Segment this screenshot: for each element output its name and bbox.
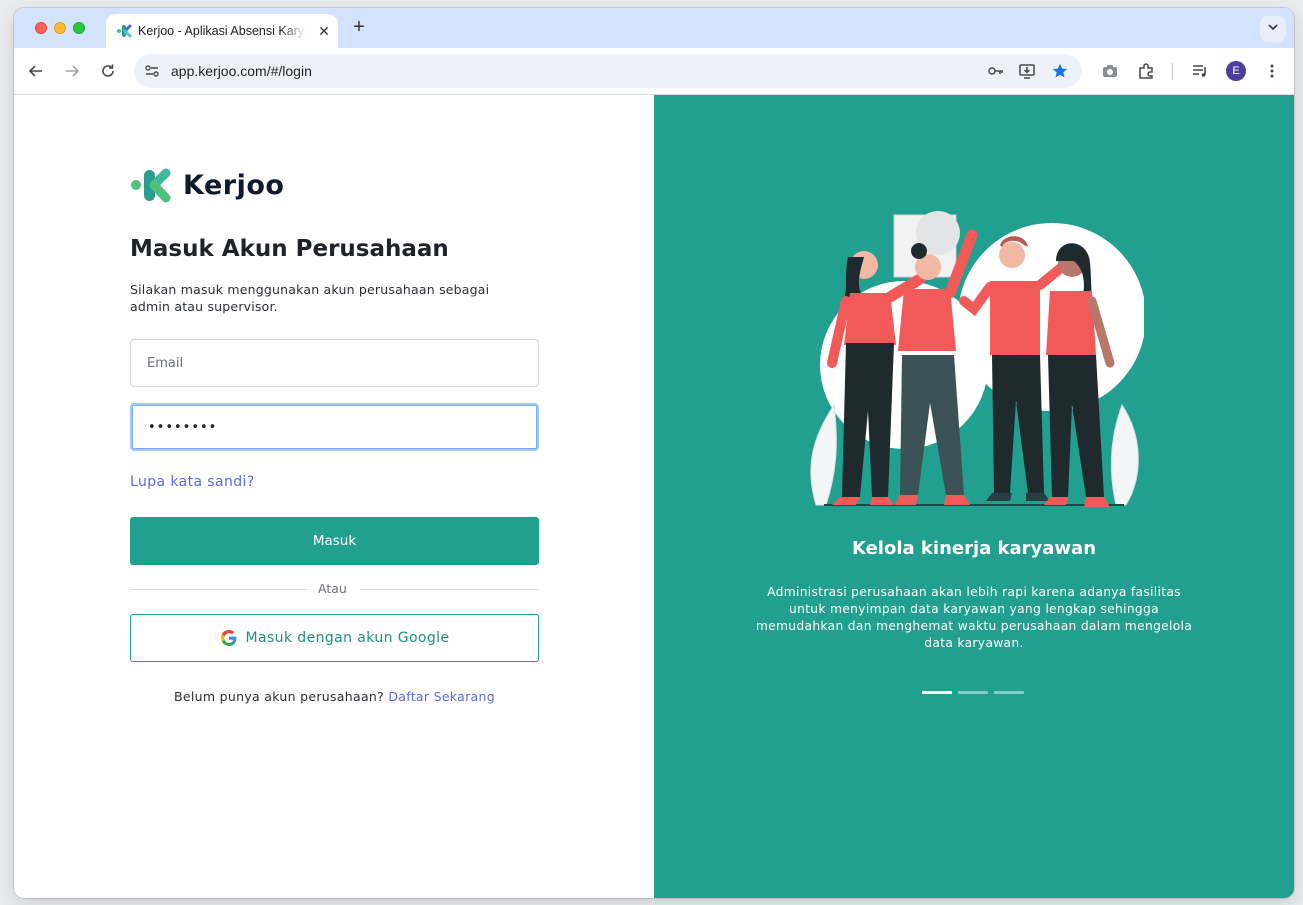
google-login-button[interactable]: Masuk dengan akun Google <box>130 614 539 662</box>
kerjoo-logo[interactable]: Kerjoo <box>130 168 284 204</box>
close-window-button[interactable] <box>35 22 47 34</box>
email-field[interactable]: Email <box>130 339 539 387</box>
signup-link[interactable]: Daftar Sekarang <box>388 689 495 704</box>
browser-window: Kerjoo - Aplikasi Absensi Karyawan ✕ + a… <box>14 8 1294 898</box>
page-content: Kerjoo Masuk Akun Perusahaan Silakan mas… <box>14 95 1294 898</box>
carousel-dot-2[interactable] <box>958 691 988 694</box>
forgot-password-link[interactable]: Lupa kata sandi? <box>130 474 255 490</box>
email-placeholder: Email <box>147 355 184 371</box>
reload-icon[interactable] <box>96 59 120 83</box>
url-text: app.kerjoo.com/#/login <box>171 63 312 79</box>
signup-row: Belum punya akun perusahaan? Daftar Seka… <box>130 689 539 704</box>
login-pane: Kerjoo Masuk Akun Perusahaan Silakan mas… <box>14 95 654 898</box>
google-login-label: Masuk dengan akun Google <box>245 630 450 646</box>
minimize-window-button[interactable] <box>54 22 66 34</box>
forward-arrow-icon[interactable] <box>60 59 84 83</box>
carousel-dot-1[interactable] <box>922 691 952 694</box>
media-controls-icon[interactable] <box>1188 59 1212 83</box>
logo-wordmark: Kerjoo <box>183 170 285 201</box>
google-icon <box>220 630 237 646</box>
address-bar[interactable]: app.kerjoo.com/#/login <box>134 54 1082 88</box>
promo-pane: Kelola kinerja karyawan Administrasi per… <box>654 95 1294 898</box>
tab-strip: Kerjoo - Aplikasi Absensi Karyawan ✕ + <box>14 8 1294 48</box>
page-subtitle: Silakan masuk menggunakan akun perusahaa… <box>130 282 490 314</box>
extensions-icon[interactable] <box>1134 59 1158 83</box>
active-tab[interactable]: Kerjoo - Aplikasi Absensi Karyawan ✕ <box>106 14 338 48</box>
plus-icon[interactable]: + <box>348 17 370 39</box>
kerjoo-favicon-icon <box>117 24 132 38</box>
browser-toolbar: app.kerjoo.com/#/login E <box>14 48 1294 95</box>
back-arrow-icon[interactable] <box>24 59 48 83</box>
divider-label: Atau <box>318 581 347 596</box>
more-menu-icon[interactable] <box>1260 59 1284 83</box>
site-settings-icon[interactable] <box>144 63 160 79</box>
camera-icon[interactable] <box>1098 59 1122 83</box>
toolbar-divider <box>1172 63 1173 80</box>
divider-left <box>130 589 308 590</box>
tab-title: Kerjoo - Aplikasi Absensi Karyawan <box>138 24 306 38</box>
key-icon[interactable] <box>986 61 1006 81</box>
chevron-down-icon[interactable] <box>1260 16 1286 42</box>
signup-prompt: Belum punya akun perusahaan? <box>174 689 385 704</box>
close-icon[interactable]: ✕ <box>316 23 332 39</box>
carousel-dot-3[interactable] <box>994 691 1024 694</box>
kerjoo-logo-mark-icon <box>131 168 171 203</box>
carousel-indicators <box>922 691 1032 694</box>
password-field[interactable]: •••••••• <box>130 403 539 451</box>
page-title: Masuk Akun Perusahaan <box>130 236 449 262</box>
divider-right <box>360 589 539 590</box>
zoom-window-button[interactable] <box>73 22 85 34</box>
promo-description: Administrasi perusahaan akan lebih rapi … <box>755 585 1193 650</box>
bookmark-star-icon[interactable] <box>1050 61 1070 81</box>
password-value: •••••••• <box>148 419 218 435</box>
login-button[interactable]: Masuk <box>130 517 539 565</box>
team-high-five-illustration <box>810 211 1144 507</box>
profile-avatar[interactable]: E <box>1226 61 1246 81</box>
promo-title: Kelola kinerja karyawan <box>851 538 1097 559</box>
install-app-icon[interactable] <box>1017 61 1037 81</box>
